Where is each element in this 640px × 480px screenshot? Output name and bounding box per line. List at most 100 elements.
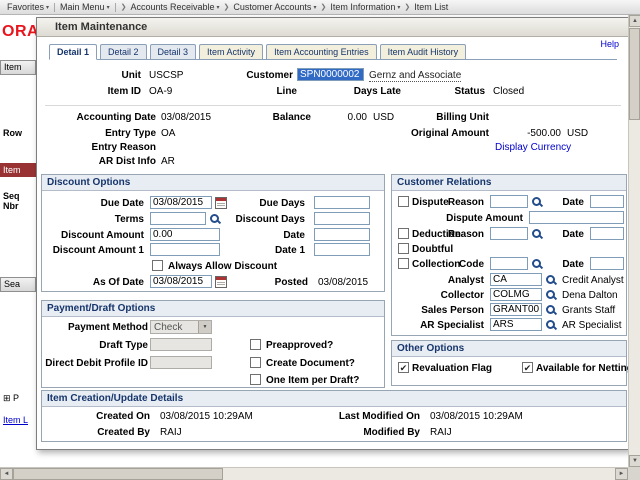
accounting-date-label: Accounting Date xyxy=(77,112,156,123)
breadcrumb-item-accounts-receivable[interactable]: Accounts Receivable▾ xyxy=(130,2,219,12)
accounting-date-value: 03/08/2015 xyxy=(161,112,211,123)
breadcrumb-item-customer-accounts[interactable]: Customer Accounts▾ xyxy=(233,2,316,12)
preapproved-label: Preapproved? xyxy=(266,340,333,351)
oracle-logo: ORA xyxy=(2,23,39,41)
created-by-label: Created By xyxy=(97,427,150,438)
due-date-input[interactable] xyxy=(150,196,212,209)
collector-input[interactable] xyxy=(490,288,542,301)
tab-item-activity[interactable]: Item Activity xyxy=(199,44,263,60)
breadcrumb-separator-icon: ❯ xyxy=(224,3,230,11)
display-currency-link[interactable]: Display Currency xyxy=(495,142,571,153)
breadcrumb-item-favorites[interactable]: Favorites▾ xyxy=(7,2,49,12)
breadcrumb-divider xyxy=(115,3,116,12)
doubtful-checkbox[interactable] xyxy=(398,243,409,254)
tab-item-audit-history[interactable]: Item Audit History xyxy=(380,44,467,60)
breadcrumb-item-item-list[interactable]: Item List xyxy=(414,2,448,12)
scroll-down-button[interactable]: ▼ xyxy=(629,455,640,467)
terms-input[interactable] xyxy=(150,212,206,225)
background-nbr-column-header: Nbr xyxy=(3,201,19,211)
lookup-icon[interactable] xyxy=(545,319,557,331)
discount-amount-input[interactable] xyxy=(150,228,220,241)
as-of-date-input[interactable] xyxy=(150,275,212,288)
vertical-scroll-thumb[interactable] xyxy=(629,28,640,120)
available-for-netting-checkbox[interactable]: ✔ xyxy=(522,362,533,373)
calendar-icon[interactable] xyxy=(215,197,227,209)
available-for-netting-label: Available for Netting xyxy=(536,363,633,374)
customer-input[interactable] xyxy=(297,68,364,81)
item-creation-update-title: Item Creation/Update Details xyxy=(42,391,626,407)
deduction-reason-input[interactable] xyxy=(490,227,528,240)
lookup-icon[interactable] xyxy=(545,274,557,286)
entry-reason-label: Entry Reason xyxy=(92,142,156,153)
one-item-per-draft-checkbox[interactable] xyxy=(250,374,261,385)
scroll-left-button[interactable]: ◄ xyxy=(0,468,13,480)
dispute-amount-input[interactable] xyxy=(529,211,624,224)
tab-detail-2[interactable]: Detail 2 xyxy=(100,44,147,60)
horizontal-scroll-thumb[interactable] xyxy=(13,468,223,480)
breadcrumb-item-main-menu[interactable]: Main Menu▾ xyxy=(60,2,110,12)
dispute-checkbox[interactable] xyxy=(398,196,409,207)
as-of-date-label: As Of Date xyxy=(93,277,144,288)
create-document-label: Create Document? xyxy=(266,358,355,369)
discount-amount-1-input[interactable] xyxy=(150,243,220,256)
lookup-icon[interactable] xyxy=(545,304,557,316)
payment-method-select[interactable]: Check ▼ xyxy=(150,320,212,334)
calendar-icon[interactable] xyxy=(215,276,227,288)
discount-days-input[interactable] xyxy=(314,212,370,225)
background-item-list-link[interactable]: Item L xyxy=(3,415,28,425)
balance-currency: USD xyxy=(373,112,394,123)
tab-detail-1[interactable]: Detail 1 xyxy=(49,44,97,60)
horizontal-scrollbar[interactable]: ◄ ► xyxy=(0,467,628,480)
collection-checkbox[interactable] xyxy=(398,258,409,269)
background-search-button[interactable]: Sea xyxy=(0,277,36,292)
deduction-reason-label: Reason xyxy=(448,229,484,240)
preapproved-checkbox[interactable] xyxy=(250,339,261,350)
ar-specialist-input[interactable] xyxy=(490,318,542,331)
sales-person-input[interactable] xyxy=(490,303,542,316)
always-allow-discount-checkbox[interactable] xyxy=(152,260,163,271)
vertical-scrollbar[interactable]: ▲ ▼ xyxy=(628,15,640,467)
lookup-icon[interactable] xyxy=(209,213,221,225)
payment-method-value: Check xyxy=(154,322,182,333)
terms-label: Terms xyxy=(115,214,144,225)
revaluation-flag-checkbox[interactable]: ✔ xyxy=(398,362,409,373)
chevron-down-icon: ▾ xyxy=(217,4,220,11)
collection-date-input[interactable] xyxy=(590,257,624,270)
collection-date-label: Date xyxy=(562,259,584,270)
due-date-label: Due Date xyxy=(101,198,144,209)
lookup-icon[interactable] xyxy=(545,289,557,301)
created-by-value: RAIJ xyxy=(160,427,182,438)
customer-name-link[interactable]: Gernz and Associate xyxy=(369,70,461,82)
lookup-icon[interactable] xyxy=(531,196,543,208)
scroll-right-button[interactable]: ► xyxy=(615,468,628,480)
breadcrumb-item-item-information[interactable]: Item Information▾ xyxy=(330,2,400,12)
lookup-icon[interactable] xyxy=(531,228,543,240)
breadcrumb-label: Customer Accounts xyxy=(233,2,311,12)
collector-label: Collector xyxy=(441,290,484,301)
create-document-checkbox[interactable] xyxy=(250,357,261,368)
customer-relations-group: Customer Relations Dispute Reason Date D… xyxy=(391,174,627,336)
tab-item-accounting-entries[interactable]: Item Accounting Entries xyxy=(266,44,377,60)
deduction-checkbox[interactable] xyxy=(398,228,409,239)
scroll-up-button[interactable]: ▲ xyxy=(629,15,640,27)
date-input[interactable] xyxy=(314,228,370,241)
item-id-value: OA-9 xyxy=(149,86,172,97)
date-1-input[interactable] xyxy=(314,243,370,256)
deduction-date-input[interactable] xyxy=(590,227,624,240)
background-personalize-link[interactable]: ⊞ P xyxy=(3,393,19,404)
dispute-reason-input[interactable] xyxy=(490,195,528,208)
dropdown-arrow-icon: ▼ xyxy=(198,321,211,333)
analyst-input[interactable] xyxy=(490,273,542,286)
tab-detail-3[interactable]: Detail 3 xyxy=(150,44,197,60)
direct-debit-profile-id-label: Direct Debit Profile ID xyxy=(45,358,148,369)
draft-type-input xyxy=(150,338,212,351)
background-items-button[interactable]: Item xyxy=(0,60,36,75)
analyst-description: Credit Analyst xyxy=(562,275,624,286)
collection-code-input[interactable] xyxy=(490,257,528,270)
chevron-down-icon: ▾ xyxy=(313,4,316,11)
dispute-reason-label: Reason xyxy=(448,197,484,208)
due-days-input[interactable] xyxy=(314,196,370,209)
lookup-icon[interactable] xyxy=(531,258,543,270)
dispute-date-input[interactable] xyxy=(590,195,624,208)
days-late-label: Days Late xyxy=(354,86,401,97)
